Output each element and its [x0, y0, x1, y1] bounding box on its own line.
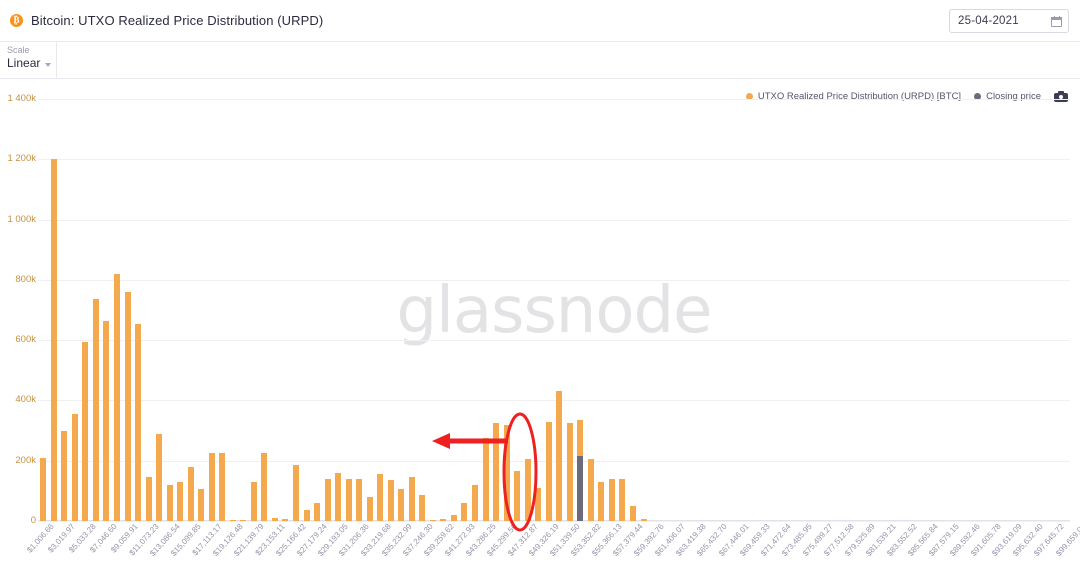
gridline	[38, 279, 1070, 281]
chart-bar[interactable]	[461, 502, 468, 521]
chart-bar[interactable]	[514, 471, 521, 521]
chart-bar[interactable]	[82, 341, 89, 521]
chart-bar[interactable]	[608, 478, 615, 521]
chart-bar[interactable]	[293, 465, 299, 521]
chart-bar[interactable]	[314, 502, 321, 521]
chart-bar[interactable]	[598, 481, 605, 521]
glassnode-chart-page: ₿ Bitcoin: UTXO Realized Price Distribut…	[0, 0, 1080, 583]
chart-bar[interactable]	[566, 423, 573, 521]
scale-label: Scale	[7, 45, 30, 55]
chart-bar[interactable]	[113, 273, 120, 521]
scale-selector[interactable]: Scale Linear	[0, 42, 57, 79]
y-axis-tick-label: 400k	[15, 394, 36, 406]
chart-bar[interactable]	[535, 487, 542, 521]
chart-bar[interactable]	[271, 518, 278, 521]
chart-bar[interactable]	[187, 466, 194, 521]
chart-bar[interactable]	[419, 495, 426, 521]
chart-bar[interactable]	[356, 478, 363, 521]
chart-bar[interactable]	[493, 423, 500, 521]
chart-bar[interactable]	[208, 453, 215, 521]
chart-bar[interactable]	[335, 472, 342, 521]
chart-bar[interactable]	[440, 518, 447, 521]
y-axis-tick-label: 800k	[15, 273, 36, 285]
chart-bar[interactable]	[366, 496, 373, 521]
page-header: ₿ Bitcoin: UTXO Realized Price Distribut…	[0, 0, 1080, 42]
chart-bar[interactable]	[450, 514, 457, 521]
gridline	[38, 159, 1070, 161]
gridline	[38, 99, 1070, 100]
x-axis-labels: $1,006.66 $3,019.97 $5,033.28 $7,046.60 $9,0…	[25, 522, 1080, 583]
closing-price-bar[interactable]	[577, 456, 584, 521]
page-title: Bitcoin: UTXO Realized Price Distributio…	[31, 13, 324, 28]
gridline	[38, 340, 1070, 342]
chart-bar[interactable]	[556, 391, 563, 521]
chart-container: UTXO Realized Price Distribution (URPD) …	[0, 79, 1080, 583]
chart-bar[interactable]	[145, 477, 152, 521]
gridline	[38, 400, 1070, 402]
y-axis-tick-label: 1 000k	[7, 213, 36, 225]
chart-bar[interactable]	[503, 424, 510, 521]
y-axis-tick-label: 1 400k	[7, 93, 36, 104]
chart-bar[interactable]	[545, 421, 552, 521]
chart-bar[interactable]	[240, 519, 247, 521]
chart-bar[interactable]	[398, 489, 405, 521]
chart-bar[interactable]	[50, 159, 57, 521]
chart-bar[interactable]	[377, 474, 384, 521]
chart-bar[interactable]	[640, 518, 647, 521]
chart-bar[interactable]	[345, 479, 352, 521]
chart-bar[interactable]	[324, 478, 331, 521]
date-value: 25-04-2021	[958, 15, 1019, 27]
chart-bar[interactable]	[61, 430, 68, 521]
chart-bar[interactable]	[250, 481, 257, 521]
chart-bar[interactable]	[408, 477, 415, 521]
title-group: ₿ Bitcoin: UTXO Realized Price Distribut…	[0, 13, 323, 28]
bitcoin-icon: ₿	[10, 14, 23, 27]
gridline	[38, 219, 1070, 221]
chart-bar[interactable]	[92, 299, 99, 521]
chart-toolbar: Scale Linear	[0, 42, 1080, 79]
chart-bar[interactable]	[587, 459, 594, 521]
gridline	[38, 460, 1070, 462]
chart-bar[interactable]	[71, 414, 78, 521]
y-axis-tick-label: 600k	[15, 334, 36, 346]
y-axis-tick-label: 200k	[15, 454, 36, 466]
chart-bar[interactable]	[303, 510, 310, 521]
chart-bar[interactable]	[177, 481, 184, 521]
y-axis-tick-label: 0	[30, 515, 36, 526]
chart-bar[interactable]	[282, 518, 289, 521]
chart-bar[interactable]	[387, 480, 394, 521]
chart-bar[interactable]	[619, 478, 626, 521]
chart-bar[interactable]	[156, 433, 163, 521]
chart-bar[interactable]	[629, 505, 636, 521]
plot-area: glassnode 0 200k 400k 600k 800k 1 000k 1 200k 1…	[7, 93, 1070, 526]
chart-bar[interactable]	[124, 291, 131, 521]
chart-bar[interactable]	[166, 484, 173, 521]
chart-bar[interactable]	[135, 323, 142, 521]
chart-bar[interactable]	[482, 438, 489, 521]
calendar-icon	[1051, 15, 1062, 27]
chevron-down-icon	[45, 62, 52, 67]
chart-bar[interactable]	[40, 457, 47, 521]
chart-bar[interactable]	[472, 484, 479, 521]
chart-bar[interactable]	[524, 459, 531, 521]
scale-value: Linear	[7, 56, 41, 70]
chart-bar[interactable]	[261, 453, 268, 521]
chart-bar[interactable]	[219, 453, 226, 521]
chart-bar[interactable]	[198, 489, 205, 521]
date-picker[interactable]: 25-04-2021	[949, 9, 1069, 33]
chart-bar[interactable]	[103, 320, 110, 521]
glassnode-watermark: glassnode	[396, 274, 712, 348]
y-axis-tick-label: 1 200k	[7, 153, 36, 165]
chart-bar[interactable]	[229, 519, 236, 521]
chart-bar[interactable]	[429, 519, 436, 521]
